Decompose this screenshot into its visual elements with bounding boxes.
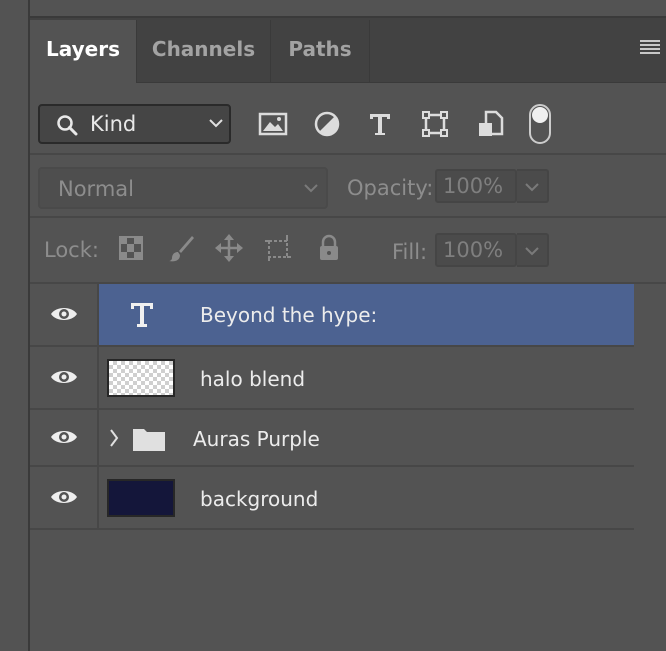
chevron-down-icon <box>525 247 539 256</box>
filter-toggle-switch[interactable] <box>529 104 551 144</box>
shape-filter-icon[interactable] <box>419 108 451 140</box>
chevron-down-icon <box>209 119 223 128</box>
type-filter-icon[interactable] <box>364 108 396 140</box>
fill-label: Fill: <box>392 240 428 264</box>
type-layer-icon <box>131 303 153 327</box>
filter-kind-label: Kind <box>90 112 137 136</box>
eye-icon[interactable] <box>50 305 78 323</box>
layer-content[interactable]: background <box>99 467 634 528</box>
opacity-input[interactable]: 100% <box>435 169 517 203</box>
divider <box>30 153 666 155</box>
folder-icon <box>133 429 165 451</box>
lock-transparent-pixels-icon[interactable] <box>116 233 146 263</box>
chevron-right-icon[interactable] <box>109 429 119 447</box>
chevron-down-icon <box>304 184 318 193</box>
fill-input[interactable]: 100% <box>435 233 517 267</box>
divider <box>30 216 666 218</box>
opacity-label: Opacity: <box>347 176 434 200</box>
opacity-slider-button[interactable] <box>517 169 549 203</box>
image-filter-icon[interactable] <box>257 108 289 140</box>
toggle-knob <box>532 107 548 123</box>
eye-icon[interactable] <box>50 428 78 446</box>
lock-artboard-icon[interactable] <box>263 233 293 263</box>
search-icon <box>57 115 78 136</box>
lock-all-icon[interactable] <box>314 233 344 263</box>
adjustment-filter-icon[interactable] <box>311 108 343 140</box>
chevron-down-icon <box>525 183 539 192</box>
fill-slider-button[interactable] <box>517 233 549 267</box>
layer-name[interactable]: Beyond the hype: <box>200 303 377 327</box>
eye-icon[interactable] <box>50 488 78 506</box>
panel-menu-icon[interactable] <box>640 40 660 54</box>
layer-content[interactable]: halo blend <box>99 347 634 408</box>
tab-paths[interactable]: Paths <box>271 20 369 82</box>
smart-object-filter-icon[interactable] <box>474 108 506 140</box>
layer-content[interactable]: Auras Purple <box>99 410 634 465</box>
layer-row[interactable]: background <box>30 467 634 530</box>
layer-name[interactable]: background <box>200 487 318 511</box>
fill-value: 100% <box>443 238 504 262</box>
layer-name[interactable]: halo blend <box>200 367 305 391</box>
lock-label: Lock: <box>44 238 99 262</box>
lock-position-icon[interactable] <box>214 233 244 263</box>
layers-scroll-track[interactable] <box>634 284 666 651</box>
filter-kind-select[interactable]: Kind <box>38 104 231 144</box>
blend-mode-select[interactable]: Normal <box>38 167 328 209</box>
layer-row[interactable]: Beyond the hype: <box>30 284 634 347</box>
layer-row[interactable]: halo blend <box>30 347 634 410</box>
opacity-value: 100% <box>443 174 504 198</box>
panel-top-bar <box>30 0 666 18</box>
layers-panel: Layers Channels Paths Kind Normal Opacit… <box>30 18 666 651</box>
blend-mode-value: Normal <box>58 177 134 201</box>
layer-thumbnail[interactable] <box>107 359 175 397</box>
layer-thumbnail[interactable] <box>107 479 175 517</box>
layer-name[interactable]: Auras Purple <box>193 427 320 451</box>
left-dock-strip <box>0 0 28 651</box>
tab-layers[interactable]: Layers <box>30 20 136 83</box>
tab-channels[interactable]: Channels <box>137 20 270 82</box>
tab-divider <box>369 20 370 82</box>
layer-content[interactable]: Beyond the hype: <box>99 284 634 345</box>
lock-image-pixels-icon[interactable] <box>166 233 196 263</box>
eye-icon[interactable] <box>50 368 78 386</box>
layers-list: Beyond the hype: halo blend Auras Purple… <box>30 284 634 544</box>
layer-row[interactable]: Auras Purple <box>30 410 634 467</box>
panel-tab-bar: Layers Channels Paths <box>30 18 666 83</box>
